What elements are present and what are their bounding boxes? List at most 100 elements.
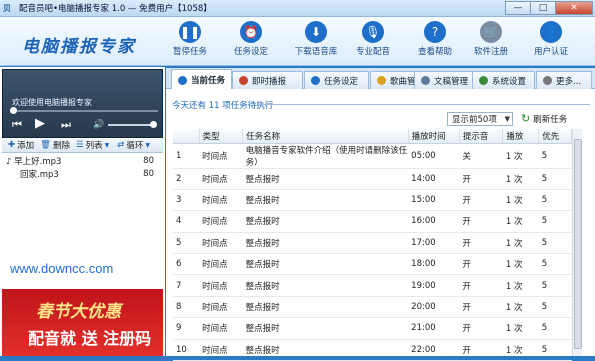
- title-bar: 贝 配音员吧•电脑播报专家 1.0 — 免费用户【1058】 — □ ✕: [0, 0, 595, 17]
- toolbar-button-microphone[interactable]: 🎙 专业配音: [342, 20, 404, 64]
- chevron-down-icon: ▼: [504, 115, 510, 123]
- table-cell: 电脑播音专家软件介绍（使用时请删除该任务）: [242, 143, 409, 169]
- column-header[interactable]: [173, 129, 200, 144]
- table-cell: 开: [459, 189, 503, 212]
- play-button[interactable]: ▶: [35, 116, 45, 131]
- table-cell: 时间点: [199, 168, 243, 190]
- table-cell: 1: [173, 143, 200, 169]
- music-note-icon: ♪: [6, 156, 15, 167]
- table-cell: 整点报时: [242, 168, 409, 190]
- table-cell: 6: [173, 253, 200, 276]
- tab-label: 系统设置: [492, 76, 527, 87]
- toolbar-button-user-auth[interactable]: 👤 用户认证: [520, 20, 582, 64]
- tab-home[interactable]: 当前任务: [171, 69, 232, 90]
- list-item[interactable]: 回家.mp3 80: [2, 167, 163, 180]
- table-row[interactable]: 6 时间点 整点报时 18:00 开 1 次5: [173, 253, 572, 276]
- toolbar-button-cart[interactable]: 🛒 软件注册: [460, 20, 522, 64]
- progress-bar[interactable]: [10, 107, 158, 114]
- table-cell: 18:00: [408, 253, 460, 276]
- audio-player: 欢迎使用电脑播报专家 ⏮ ▶ ⏭ 🔊: [2, 69, 163, 138]
- tab-settings[interactable]: 系统设置: [472, 71, 535, 89]
- now-playing-title: 欢迎使用电脑播报专家: [12, 98, 92, 107]
- table-row[interactable]: 2 时间点 整点报时 14:00 开 1 次5: [173, 168, 572, 190]
- toolbar-button-help[interactable]: ? 查看帮助: [404, 20, 466, 64]
- table-cell: 9: [173, 317, 200, 340]
- table-cell: 整点报时: [242, 210, 409, 233]
- list-button[interactable]: ☰ 列表 ▼: [76, 139, 111, 151]
- table-cell: 开: [459, 274, 503, 297]
- table-row[interactable]: 7 时间点 整点报时 19:00 开 1 次5: [173, 274, 572, 297]
- minimize-button[interactable]: —: [505, 1, 531, 15]
- add-button[interactable]: ✚ 添加: [8, 139, 34, 151]
- table-row[interactable]: 5 时间点 整点报时 17:00 开 1 次5: [173, 232, 572, 255]
- tab-more[interactable]: 更多...: [536, 71, 592, 89]
- column-header[interactable]: 类型: [199, 129, 244, 144]
- refresh-tasks-button[interactable]: ↻ 刷新任务: [521, 112, 567, 125]
- column-header[interactable]: 播放时间: [408, 129, 460, 144]
- table-row[interactable]: 8 时间点 整点报时 20:00 开 1 次5: [173, 296, 572, 319]
- close-button[interactable]: ✕: [555, 1, 593, 15]
- list-icon: ☰: [75, 140, 84, 150]
- table-row[interactable]: 3 时间点 整点报时 15:00 开 1 次5: [173, 189, 572, 212]
- promo-banner[interactable]: 春节大优惠 配音就 送 注册码: [2, 289, 163, 356]
- loop-button[interactable]: ⇄ 循环 ▼: [117, 139, 152, 151]
- volume-slider[interactable]: [108, 121, 157, 128]
- table-cell: 1 次: [502, 232, 539, 255]
- vertical-scrollbar[interactable]: [572, 129, 582, 356]
- table-cell: 1 次: [502, 189, 539, 212]
- table-cell: 整点报时: [242, 274, 409, 297]
- table-cell: 21:00: [408, 317, 460, 340]
- table-cell: 5: [538, 210, 572, 233]
- table-cell: 19:00: [408, 274, 460, 297]
- table-cell: 5: [538, 317, 572, 340]
- page-size-select[interactable]: 显示前50项 ▼: [447, 112, 513, 126]
- column-header[interactable]: 播放: [502, 129, 540, 144]
- loop-icon: ⇄: [117, 140, 125, 150]
- playlist-toolbar: ✚ 添加 🗑 删除 ☰ 列表 ▼ ⇄ 循环 ▼: [2, 138, 163, 153]
- toolbar-button-label: 软件注册: [473, 47, 508, 57]
- column-header[interactable]: 优先: [538, 129, 572, 144]
- table-cell: 1 次: [502, 253, 539, 276]
- tab-label: 文稿管理: [434, 76, 469, 87]
- list-item[interactable]: ♪ 早上好.mp3 80: [2, 154, 163, 167]
- column-header[interactable]: 提示音: [459, 129, 504, 144]
- home-icon: [178, 75, 187, 85]
- previous-button[interactable]: ⏮: [12, 118, 22, 132]
- tab-label: 即时播报: [252, 76, 287, 87]
- table-cell: 10: [173, 339, 200, 361]
- app-icon: 贝: [3, 3, 11, 13]
- table-row[interactable]: 9 时间点 整点报时 21:00 开 1 次5: [173, 317, 572, 340]
- toolbar-button-download[interactable]: ⬇ 下载语音库: [285, 20, 347, 64]
- broadcast-icon: [239, 76, 248, 85]
- maximize-button[interactable]: □: [530, 1, 556, 15]
- tab-document[interactable]: 文稿管理: [414, 71, 474, 89]
- table-cell: 开: [459, 296, 503, 319]
- table-row[interactable]: 10 时间点 整点报时 22:00 开 1 次5: [173, 339, 572, 361]
- toolbar-button-label: 用户认证: [533, 47, 568, 57]
- refresh-icon: ↻: [521, 112, 531, 125]
- document-icon: [421, 76, 430, 85]
- toolbar-button-alarm-clock[interactable]: ⏰ 任务设定: [220, 20, 282, 64]
- scrollbar-thumb[interactable]: [574, 139, 582, 349]
- next-button[interactable]: ⏭: [61, 118, 71, 132]
- promo-headline: 春节大优惠: [36, 302, 121, 322]
- website-link[interactable]: www.downcc.com: [10, 261, 113, 276]
- table-cell: 整点报时: [242, 339, 409, 361]
- toolbar-button-pause[interactable]: ❚❚ 暂停任务: [159, 20, 221, 64]
- table-cell: 5: [538, 296, 572, 319]
- tab-broadcast[interactable]: 即时播报: [232, 71, 303, 89]
- table-cell: 整点报时: [242, 189, 409, 212]
- volume-handle[interactable]: [150, 121, 157, 128]
- pause-icon: ❚❚: [179, 21, 201, 43]
- table-cell: 开: [459, 339, 503, 361]
- table-cell: 7: [173, 274, 200, 297]
- delete-button[interactable]: 🗑 删除: [40, 139, 70, 151]
- tab-clock[interactable]: 任务设定: [304, 71, 369, 89]
- table-row[interactable]: 1 时间点 电脑播音专家软件介绍（使用时请删除该任务） 05:00 关 1 次5: [173, 143, 572, 169]
- progress-handle[interactable]: [10, 107, 17, 114]
- column-header[interactable]: 任务名称: [242, 129, 409, 144]
- table-cell: 开: [459, 317, 503, 340]
- volume-icon[interactable]: 🔊: [93, 120, 104, 130]
- table-row[interactable]: 4 时间点 整点报时 16:00 开 1 次5: [173, 210, 572, 233]
- table-cell: 关: [459, 143, 503, 169]
